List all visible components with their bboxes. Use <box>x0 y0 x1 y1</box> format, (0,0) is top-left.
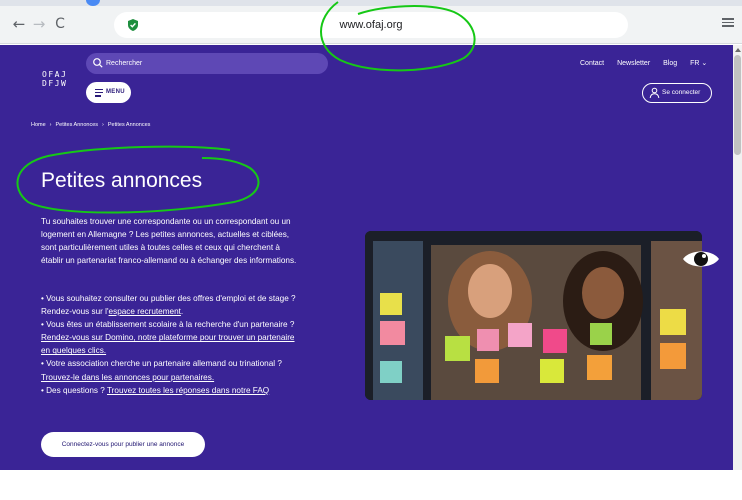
breadcrumb: Home › Petites Annonces › Petites Annonces <box>31 122 150 128</box>
sticky-notes-photo <box>365 231 702 400</box>
top-links: Contact Newsletter Blog FR ⌄ <box>580 59 718 67</box>
scroll-thumb[interactable] <box>734 55 741 155</box>
menu-button[interactable]: MENU <box>86 82 131 103</box>
browser-toolbar: ← → C www.ofaj.org <box>0 6 742 44</box>
faq-link[interactable]: Trouvez toutes les réponses dans notre F… <box>107 386 269 395</box>
user-icon <box>649 87 660 99</box>
language-selector[interactable]: FR ⌄ <box>690 60 707 67</box>
hero-photo <box>365 231 702 400</box>
search-input[interactable]: Rechercher <box>86 53 328 74</box>
login-button[interactable]: Se connecter <box>642 83 712 103</box>
publish-ad-button[interactable]: Connectez-vous pour publier une annonce <box>41 432 205 457</box>
breadcrumb-home[interactable]: Home <box>31 122 46 128</box>
url-text[interactable]: www.ofaj.org <box>114 12 628 38</box>
web-page: OFAJ DFJW Rechercher MENU Contact Newsle… <box>0 45 733 470</box>
eye-icon[interactable] <box>681 244 721 274</box>
back-arrow-icon[interactable]: ← <box>10 15 28 33</box>
bullet-item: • Des questions ? Trouvez toutes les rép… <box>41 385 270 395</box>
breadcrumb-separator: › <box>49 122 52 128</box>
reload-icon[interactable]: C <box>51 15 69 33</box>
logo-line-dfjw: DFJW <box>42 79 68 88</box>
bullet-item: • Vous êtes un établissement scolaire à … <box>41 320 295 356</box>
bullet-item: • Votre association cherche un partenair… <box>41 359 282 382</box>
partner-ads-link[interactable]: Trouvez-le dans les annonces pour parten… <box>41 373 214 382</box>
hamburger-icon <box>95 89 103 99</box>
breadcrumb-current: Petites Annonces <box>107 122 151 128</box>
search-placeholder: Rechercher <box>106 60 143 67</box>
intro-paragraph: Tu souhaites trouver une correspondante … <box>41 217 297 266</box>
page-scrollbar[interactable] <box>733 45 742 470</box>
breadcrumb-petites-annonces[interactable]: Petites Annonces <box>56 122 99 128</box>
page-title: Petites annonces <box>41 169 203 192</box>
bottom-strip <box>0 470 742 500</box>
address-bar[interactable]: www.ofaj.org <box>114 12 628 38</box>
info-bullet-list: • Vous souhaitez consulter ou publier de… <box>41 292 303 397</box>
bullet-item: • Vous souhaitez consulter ou publier de… <box>41 294 296 317</box>
search-icon <box>93 58 103 68</box>
logo-line-ofaj: OFAJ <box>42 70 68 79</box>
browser-menu-icon[interactable] <box>722 16 734 30</box>
login-label: Se connecter <box>662 89 701 96</box>
scroll-up-arrow-icon[interactable] <box>735 48 741 52</box>
forward-arrow-icon[interactable]: → <box>30 15 48 33</box>
menu-label: MENU <box>106 89 125 95</box>
contact-link[interactable]: Contact <box>580 60 604 67</box>
breadcrumb-separator: › <box>102 122 104 128</box>
domino-link[interactable]: Rendez-vous sur Domino, notre plateforme… <box>41 333 295 355</box>
recruitment-link[interactable]: espace recrutement <box>109 307 181 316</box>
publish-ad-label: Connectez-vous pour publier une annonce <box>61 441 185 448</box>
newsletter-link[interactable]: Newsletter <box>617 60 650 67</box>
blog-link[interactable]: Blog <box>663 60 677 67</box>
ofaj-logo[interactable]: OFAJ DFJW <box>42 70 67 88</box>
